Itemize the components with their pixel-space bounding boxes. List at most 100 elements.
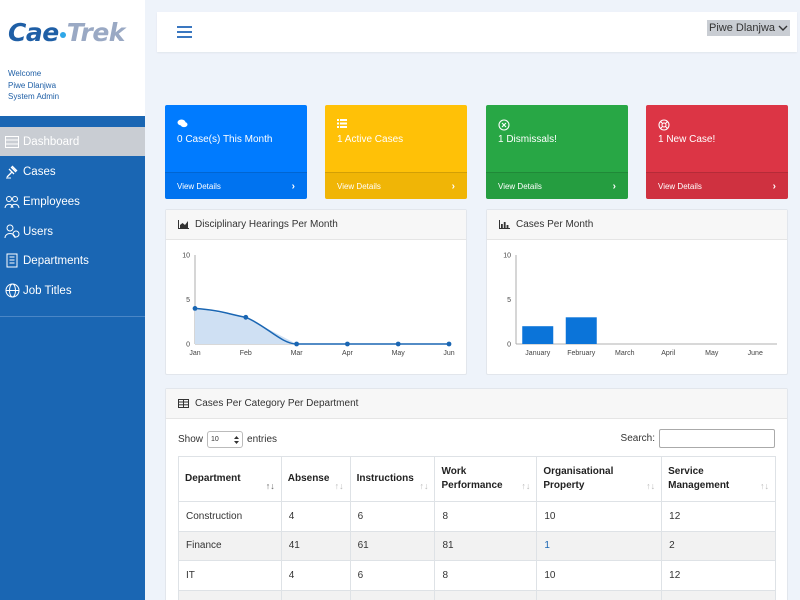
search-label: Search:	[620, 433, 655, 444]
sidebar-item-label: Cases	[23, 165, 56, 178]
sort-icon: ↑↓	[334, 481, 344, 491]
x-tick-label: February	[567, 350, 596, 357]
sort-arrows-icon	[234, 435, 240, 444]
view-details-link[interactable]: View Details ›	[646, 172, 788, 199]
hearings-area-chart: 0 5 10 Jan Feb Mar Apr May Jun	[182, 253, 455, 358]
bar	[565, 317, 597, 344]
sidebar-item-label: Departments	[23, 254, 89, 267]
globe-icon	[4, 283, 20, 299]
card-title: 1 Dismissals!	[498, 134, 557, 145]
entries-select[interactable]: 10	[207, 431, 244, 448]
topbar: Piwe Dlanjwa	[157, 12, 797, 52]
table-cell: 1	[536, 530, 663, 561]
panel-title: Disciplinary Hearings Per Month	[195, 219, 338, 230]
entries-control: Show 10 entries	[178, 431, 277, 448]
y-tick-label: 5	[507, 297, 511, 304]
bar	[522, 326, 554, 344]
column-header[interactable]: Department ↑↓	[178, 456, 282, 502]
column-header[interactable]: Instructions ↑↓	[349, 456, 436, 502]
x-tick-label: May	[392, 350, 406, 357]
table-cell: Finance	[178, 530, 282, 561]
panel-title: Cases Per Category Per Department	[195, 398, 359, 409]
hamburger-menu-icon[interactable]	[177, 26, 192, 38]
area-fill	[195, 308, 449, 344]
card-title: 1 Active Cases	[337, 134, 404, 145]
x-tick-label: June	[748, 350, 763, 357]
welcome-label: Welcome	[8, 69, 42, 78]
table-cell: 12	[661, 501, 776, 532]
sidebar-item-label: Employees	[23, 195, 80, 208]
x-tick-label: Jan	[189, 350, 200, 357]
sidebar-item-cases[interactable]: Cases	[0, 157, 145, 186]
y-tick-label: 0	[186, 342, 190, 349]
view-details-link[interactable]: View Details ›	[486, 172, 628, 199]
x-tick-label: Mar	[291, 350, 304, 357]
table-cell: 6	[349, 501, 436, 532]
table-cell: 8	[434, 501, 538, 532]
card-active-cases: 1 Active Cases View Details ›	[325, 105, 467, 199]
times-circle-icon	[498, 119, 510, 134]
table-row	[178, 589, 776, 600]
view-details-link[interactable]: View Details ›	[325, 172, 467, 199]
sidebar-item-job-titles[interactable]: Job Titles	[0, 276, 145, 305]
user-role: System Admin	[8, 92, 60, 101]
data-point	[345, 341, 350, 347]
table-row: Construction 4 6 8 10 12	[178, 501, 776, 532]
bar-chart-icon	[499, 220, 510, 229]
table-cell: 12	[661, 560, 776, 591]
show-label: Show	[178, 434, 204, 445]
table-cell: 10	[536, 560, 663, 591]
sort-icon: ↑↓	[760, 481, 769, 491]
user-menu-dropdown[interactable]: Piwe Dlanjwa	[707, 20, 791, 36]
data-point	[395, 341, 401, 347]
table-cell: 4	[280, 560, 351, 591]
card-new-case: 1 New Case! View Details ›	[646, 105, 788, 199]
y-tick-label: 10	[503, 253, 511, 260]
column-header[interactable]: Work Performance ↑↓	[434, 456, 538, 502]
y-tick-label: 5	[186, 297, 190, 304]
x-tick-label: Jun	[443, 350, 454, 357]
user-menu-name: Piwe Dlanjwa	[709, 22, 776, 34]
chevron-right-icon: ›	[451, 180, 455, 192]
sidebar-item-users[interactable]: Users	[0, 217, 145, 246]
chevron-right-icon: ›	[772, 180, 776, 192]
table-cell: 2	[661, 530, 776, 561]
column-header[interactable]: Absense ↑↓	[280, 456, 351, 502]
sidebar-item-departments[interactable]: Departments	[0, 246, 145, 275]
column-header[interactable]: Service Management ↑↓	[661, 456, 776, 502]
card-cases-this-month: 0 Case(s) This Month View Details ›	[165, 105, 307, 199]
data-point	[192, 306, 198, 311]
app-logo[interactable]: Cae Trek	[8, 18, 125, 47]
nav-divider	[0, 316, 145, 317]
sidebar-item-employees[interactable]: Employees	[0, 187, 145, 216]
sidebar-item-dashboard[interactable]: Dashboard	[0, 127, 145, 156]
panel-title: Cases Per Month	[516, 219, 594, 230]
sidebar-item-label: Dashboard	[23, 135, 80, 148]
data-point	[294, 341, 299, 347]
sort-icon: ↑↓	[521, 481, 531, 491]
entries-label: entries	[247, 434, 278, 445]
cases-chart-panel: Cases Per Month 0 5 10 January February March…	[486, 209, 788, 375]
life-ring-icon	[658, 119, 670, 134]
hearings-chart-panel: Disciplinary Hearings Per Month 0 5 10 Jan F…	[165, 209, 467, 375]
sort-icon: ↑↓	[419, 481, 429, 491]
y-tick-label: 0	[507, 342, 511, 349]
sort-icon: ↑↓	[646, 481, 656, 491]
table-cell: 41	[280, 530, 351, 561]
y-tick-label: 10	[182, 253, 190, 260]
gavel-icon	[4, 164, 20, 180]
sidebar: Cae Trek Welcome Piwe Dlanjwa System Admi…	[0, 0, 145, 600]
x-tick-label: January	[525, 350, 550, 357]
comments-icon	[177, 119, 188, 131]
table-cell: 61	[349, 530, 436, 561]
sidebar-item-label: Job Titles	[23, 284, 72, 297]
table-row: IT 4 6 8 10 12	[178, 560, 776, 591]
search-input[interactable]	[659, 429, 775, 448]
column-header[interactable]: Organisational Property ↑↓	[536, 456, 663, 502]
sort-icon: ↑↓	[265, 481, 275, 491]
users-icon	[4, 224, 20, 240]
view-details-link[interactable]: View Details ›	[165, 172, 307, 199]
table-cell: 4	[280, 501, 351, 532]
table-cell: Construction	[178, 501, 282, 532]
x-tick-label: May	[705, 350, 719, 357]
